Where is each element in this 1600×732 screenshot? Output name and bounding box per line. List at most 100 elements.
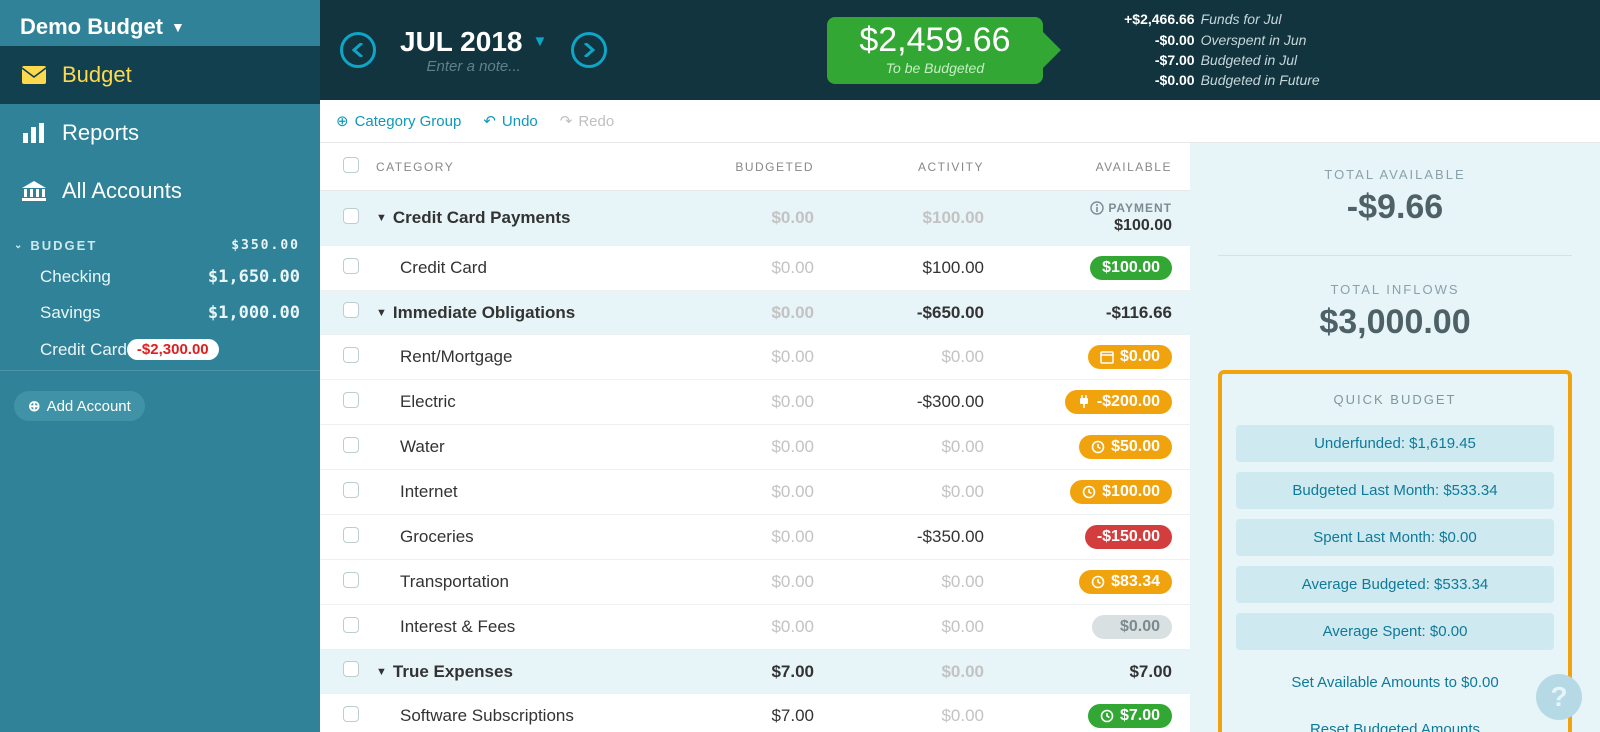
row-checkbox[interactable] <box>343 437 359 453</box>
account-row[interactable]: Credit Card-$2,300.00 <box>0 331 320 368</box>
help-button[interactable]: ? <box>1536 674 1582 720</box>
budgeted-cell[interactable]: $0.00 <box>660 303 820 323</box>
tbb-amount: $2,459.66 <box>859 21 1010 60</box>
activity-cell[interactable]: -$300.00 <box>820 392 990 412</box>
budgeted-cell[interactable]: $0.00 <box>660 437 820 457</box>
available-cell[interactable]: $50.00 <box>990 435 1180 459</box>
category-group-row[interactable]: ▼True Expenses$7.00$0.00$7.00 <box>320 650 1190 694</box>
prev-month-button[interactable] <box>340 32 376 68</box>
available-cell[interactable]: $0.00 <box>990 615 1180 639</box>
quick-budget-button[interactable]: Underfunded: $1,619.45 <box>1236 425 1554 462</box>
activity-cell[interactable]: $0.00 <box>820 572 990 592</box>
available-pill[interactable]: -$200.00 <box>1065 390 1172 414</box>
budgeted-cell[interactable]: $0.00 <box>660 392 820 412</box>
quick-budget-button[interactable]: Average Spent: $0.00 <box>1236 613 1554 650</box>
available-cell[interactable]: -$150.00 <box>990 525 1180 549</box>
available-pill[interactable]: $100.00 <box>1070 480 1172 504</box>
budgeted-cell[interactable]: $0.00 <box>660 617 820 637</box>
budgeted-cell[interactable]: $0.00 <box>660 572 820 592</box>
activity-cell[interactable]: $100.00 <box>820 258 990 278</box>
to-be-budgeted[interactable]: $2,459.66 To be Budgeted <box>827 17 1042 84</box>
month-selector[interactable]: JUL 2018 ▼ <box>400 26 547 58</box>
undo-button[interactable]: ↶ Undo <box>483 112 537 130</box>
select-all-checkbox[interactable] <box>343 157 359 173</box>
nav-reports[interactable]: Reports <box>0 104 320 162</box>
category-row[interactable]: Credit Card$0.00$100.00$100.00 <box>320 246 1190 291</box>
budgeted-cell[interactable]: $0.00 <box>660 258 820 278</box>
row-checkbox[interactable] <box>343 572 359 588</box>
category-row[interactable]: Water$0.00$0.00$50.00 <box>320 425 1190 470</box>
row-checkbox[interactable] <box>343 392 359 408</box>
add-category-group-button[interactable]: ⊕ Category Group <box>336 112 461 130</box>
activity-cell[interactable]: $0.00 <box>820 706 990 726</box>
category-row[interactable]: Transportation $0.00$0.00 $83.34 <box>320 560 1190 605</box>
category-row[interactable]: Electric$0.00-$300.00-$200.00 <box>320 380 1190 425</box>
row-checkbox[interactable] <box>343 482 359 498</box>
activity-cell[interactable]: $0.00 <box>820 662 990 682</box>
category-row[interactable]: Software Subscriptions$7.00$0.00$7.00 <box>320 694 1190 732</box>
available-pill[interactable]: $50.00 <box>1079 435 1172 459</box>
available-cell[interactable]: $0.00 <box>990 345 1180 369</box>
available-cell[interactable]: -$116.66 <box>990 303 1180 323</box>
redo-button[interactable]: ↷ Redo <box>560 112 614 130</box>
available-cell[interactable]: $83.34 <box>990 570 1180 594</box>
available-pill[interactable]: $83.34 <box>1079 570 1172 594</box>
category-row[interactable]: Rent/Mortgage$0.00$0.00$0.00 <box>320 335 1190 380</box>
category-group-row[interactable]: ▼Immediate Obligations$0.00-$650.00-$116… <box>320 291 1190 335</box>
row-checkbox[interactable] <box>343 302 359 318</box>
category-group-row[interactable]: ▼Credit Card Payments$0.00$100.00PAYMENT… <box>320 191 1190 246</box>
activity-cell[interactable]: $0.00 <box>820 437 990 457</box>
quick-budget-button[interactable]: Budgeted Last Month: $533.34 <box>1236 472 1554 509</box>
category-name: Groceries <box>400 527 474 547</box>
budgeted-cell[interactable]: $0.00 <box>660 527 820 547</box>
available-cell[interactable]: PAYMENT$100.00 <box>990 201 1180 235</box>
account-row[interactable]: Savings$1,000.00 <box>0 295 320 331</box>
month-note-input[interactable]: Enter a note... <box>400 58 547 75</box>
row-checkbox[interactable] <box>343 258 359 274</box>
budgeted-cell[interactable]: $0.00 <box>660 482 820 502</box>
budgeted-cell[interactable]: $7.00 <box>660 662 820 682</box>
available-pill[interactable]: $0.00 <box>1088 345 1172 369</box>
category-row[interactable]: Groceries $0.00-$350.00 -$150.00 <box>320 515 1190 560</box>
row-checkbox[interactable] <box>343 347 359 363</box>
activity-cell[interactable]: -$650.00 <box>820 303 990 323</box>
quick-budget-button[interactable]: Average Budgeted: $533.34 <box>1236 566 1554 603</box>
nav-all-accounts[interactable]: All Accounts <box>0 162 320 220</box>
activity-cell[interactable]: $0.00 <box>820 347 990 367</box>
budgeted-cell[interactable]: $0.00 <box>660 347 820 367</box>
activity-cell[interactable]: $0.00 <box>820 482 990 502</box>
available-pill[interactable]: -$150.00 <box>1085 525 1172 549</box>
account-row[interactable]: Checking$1,650.00 <box>0 259 320 295</box>
available-pill[interactable]: $100.00 <box>1090 256 1172 280</box>
budgeted-cell[interactable]: $0.00 <box>660 208 820 228</box>
available-pill[interactable]: $7.00 <box>1088 704 1172 728</box>
add-account-label: Add Account <box>47 398 131 415</box>
row-checkbox[interactable] <box>343 706 359 722</box>
available-cell[interactable]: $100.00 <box>990 256 1180 280</box>
next-month-button[interactable] <box>571 32 607 68</box>
set-available-zero-button[interactable]: Set Available Amounts to $0.00 <box>1236 664 1554 701</box>
available-pill[interactable]: $0.00 <box>1092 615 1172 639</box>
quick-budget-button[interactable]: Spent Last Month: $0.00 <box>1236 519 1554 556</box>
activity-cell[interactable]: -$350.00 <box>820 527 990 547</box>
add-account-button[interactable]: ⊕ Add Account <box>14 391 145 421</box>
nav-budget[interactable]: Budget <box>0 46 320 104</box>
category-name: Transportation <box>400 572 509 592</box>
available-cell[interactable]: $7.00 <box>990 662 1180 682</box>
available-cell[interactable]: $7.00 <box>990 704 1180 728</box>
activity-cell[interactable]: $0.00 <box>820 617 990 637</box>
row-checkbox[interactable] <box>343 661 359 677</box>
accounts-header[interactable]: ⌄ BUDGET $350.00 <box>0 228 320 259</box>
category-name: True Expenses <box>393 662 513 682</box>
row-checkbox[interactable] <box>343 527 359 543</box>
budgeted-cell[interactable]: $7.00 <box>660 706 820 726</box>
available-cell[interactable]: -$200.00 <box>990 390 1180 414</box>
category-row[interactable]: Interest & Fees$0.00$0.00$0.00 <box>320 605 1190 650</box>
category-row[interactable]: Internet$0.00$0.00$100.00 <box>320 470 1190 515</box>
activity-cell[interactable]: $100.00 <box>820 208 990 228</box>
budget-selector[interactable]: Demo Budget ▼ <box>0 0 320 46</box>
available-cell[interactable]: $100.00 <box>990 480 1180 504</box>
row-checkbox[interactable] <box>343 208 359 224</box>
reset-budgeted-button[interactable]: Reset Budgeted Amounts <box>1236 711 1554 732</box>
row-checkbox[interactable] <box>343 617 359 633</box>
